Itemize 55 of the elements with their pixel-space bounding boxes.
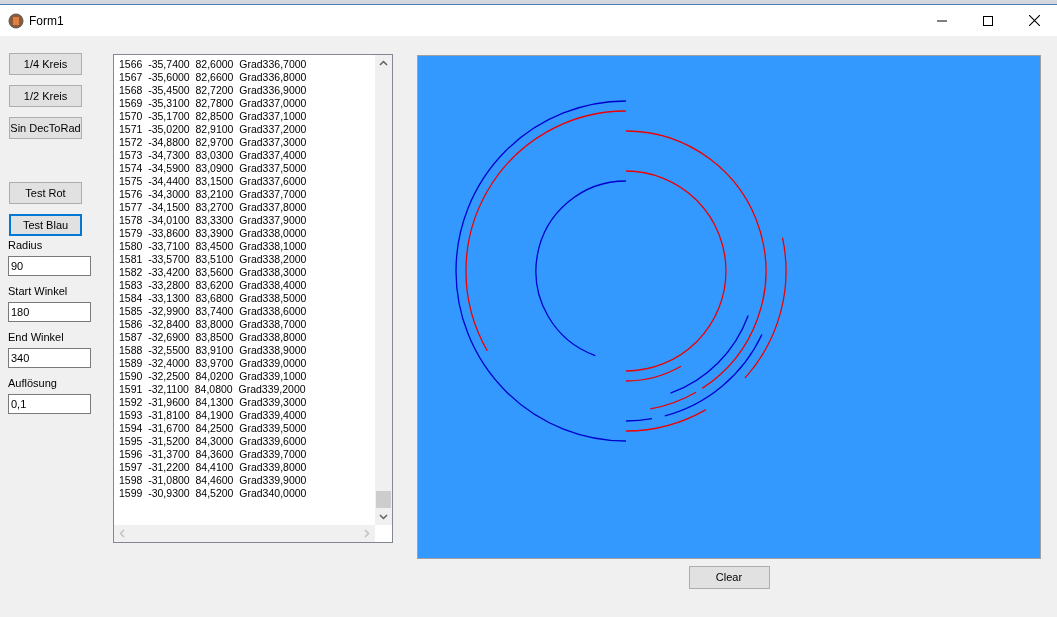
list-item[interactable]: 1568 -35,4500 82,7200 Grad336,9000: [119, 84, 375, 97]
list-item[interactable]: 1582 -33,4200 83,5600 Grad338,3000: [119, 266, 375, 279]
scroll-thumb[interactable]: [376, 491, 391, 508]
list-item[interactable]: 1590 -32,2500 84,0200 Grad339,1000: [119, 370, 375, 383]
list-item[interactable]: 1576 -34,3000 83,2100 Grad337,7000: [119, 188, 375, 201]
list-item[interactable]: 1589 -32,4000 83,9700 Grad339,0000: [119, 357, 375, 370]
list-item[interactable]: 1572 -34,8800 82,9700 Grad337,3000: [119, 136, 375, 149]
list-item[interactable]: 1598 -31,0800 84,4600 Grad339,9000: [119, 474, 375, 487]
window-title: Form1: [29, 12, 64, 30]
list-item[interactable]: 1580 -33,7100 83,4500 Grad338,1000: [119, 240, 375, 253]
list-item[interactable]: 1577 -34,1500 83,2700 Grad337,8000: [119, 201, 375, 214]
app-icon: [8, 12, 24, 29]
field-label: Auflösung: [8, 377, 58, 390]
list-item[interactable]: 1585 -32,9900 83,7400 Grad338,6000: [119, 305, 375, 318]
close-icon: [1028, 15, 1040, 26]
list-item[interactable]: 1593 -31,8100 84,1900 Grad339,4000: [119, 409, 375, 422]
list-item[interactable]: 1578 -34,0100 83,3300 Grad337,9000: [119, 214, 375, 227]
list-item[interactable]: 1584 -33,1300 83,6800 Grad338,5000: [119, 292, 375, 305]
list-item[interactable]: 1591 -32,1100 84,0800 Grad339,2000: [119, 383, 375, 396]
list-item[interactable]: 1594 -31,6700 84,2500 Grad339,5000: [119, 422, 375, 435]
list-item[interactable]: 1588 -32,5500 83,9100 Grad338,9000: [119, 344, 375, 357]
vertical-scrollbar[interactable]: [375, 55, 392, 525]
list-item[interactable]: 1573 -34,7300 83,0300 Grad337,4000: [119, 149, 375, 162]
list-item[interactable]: 1587 -32,6900 83,8500 Grad338,8000: [119, 331, 375, 344]
horizontal-scrollbar[interactable]: [114, 525, 375, 542]
field-label: Start Winkel: [8, 285, 69, 298]
command-button[interactable]: Test Rot: [9, 182, 82, 204]
command-button[interactable]: Test Blau: [9, 214, 82, 236]
command-button[interactable]: 1/2 Kreis: [9, 85, 82, 107]
list-item[interactable]: 1586 -32,8400 83,8000 Grad338,7000: [119, 318, 375, 331]
input-field[interactable]: 0,1: [8, 394, 91, 414]
input-field[interactable]: 180: [8, 302, 91, 322]
list-item[interactable]: 1574 -34,5900 83,0900 Grad337,5000: [119, 162, 375, 175]
maximize-icon: [983, 15, 993, 26]
list-item[interactable]: 1583 -33,2800 83,6200 Grad338,4000: [119, 279, 375, 292]
list-item[interactable]: 1596 -31,3700 84,3600 Grad339,7000: [119, 448, 375, 461]
command-button[interactable]: Sin DecToRad: [9, 117, 82, 139]
list-item[interactable]: 1571 -35,0200 82,9100 Grad337,2000: [119, 123, 375, 136]
list-item[interactable]: 1579 -33,8600 83,3900 Grad338,0000: [119, 227, 375, 240]
field-label: Radius: [8, 239, 44, 252]
list-item[interactable]: 1595 -31,5200 84,3000 Grad339,6000: [119, 435, 375, 448]
list-item[interactable]: 1569 -35,3100 82,7800 Grad337,0000: [119, 97, 375, 110]
list-item[interactable]: 1570 -35,1700 82,8500 Grad337,1000: [119, 110, 375, 123]
list-item[interactable]: 1575 -34,4400 83,1500 Grad337,6000: [119, 175, 375, 188]
input-field[interactable]: 90: [8, 256, 91, 276]
list-item[interactable]: 1567 -35,6000 82,6600 Grad336,8000: [119, 71, 375, 84]
list-item[interactable]: 1599 -30,9300 84,5200 Grad340,0000: [119, 487, 375, 500]
list-item[interactable]: 1592 -31,9600 84,1300 Grad339,3000: [119, 396, 375, 409]
input-field[interactable]: 340: [8, 348, 91, 368]
clear-button[interactable]: Clear: [688, 566, 770, 589]
list-item[interactable]: 1597 -31,2200 84,4100 Grad339,8000: [119, 461, 375, 474]
list-item[interactable]: 1566 -35,7400 82,6000 Grad336,7000: [119, 58, 375, 71]
field-label: End Winkel: [8, 331, 65, 344]
list-item[interactable]: 1581 -33,5700 83,5100 Grad338,2000: [119, 253, 375, 266]
command-button[interactable]: 1/4 Kreis: [9, 53, 82, 75]
